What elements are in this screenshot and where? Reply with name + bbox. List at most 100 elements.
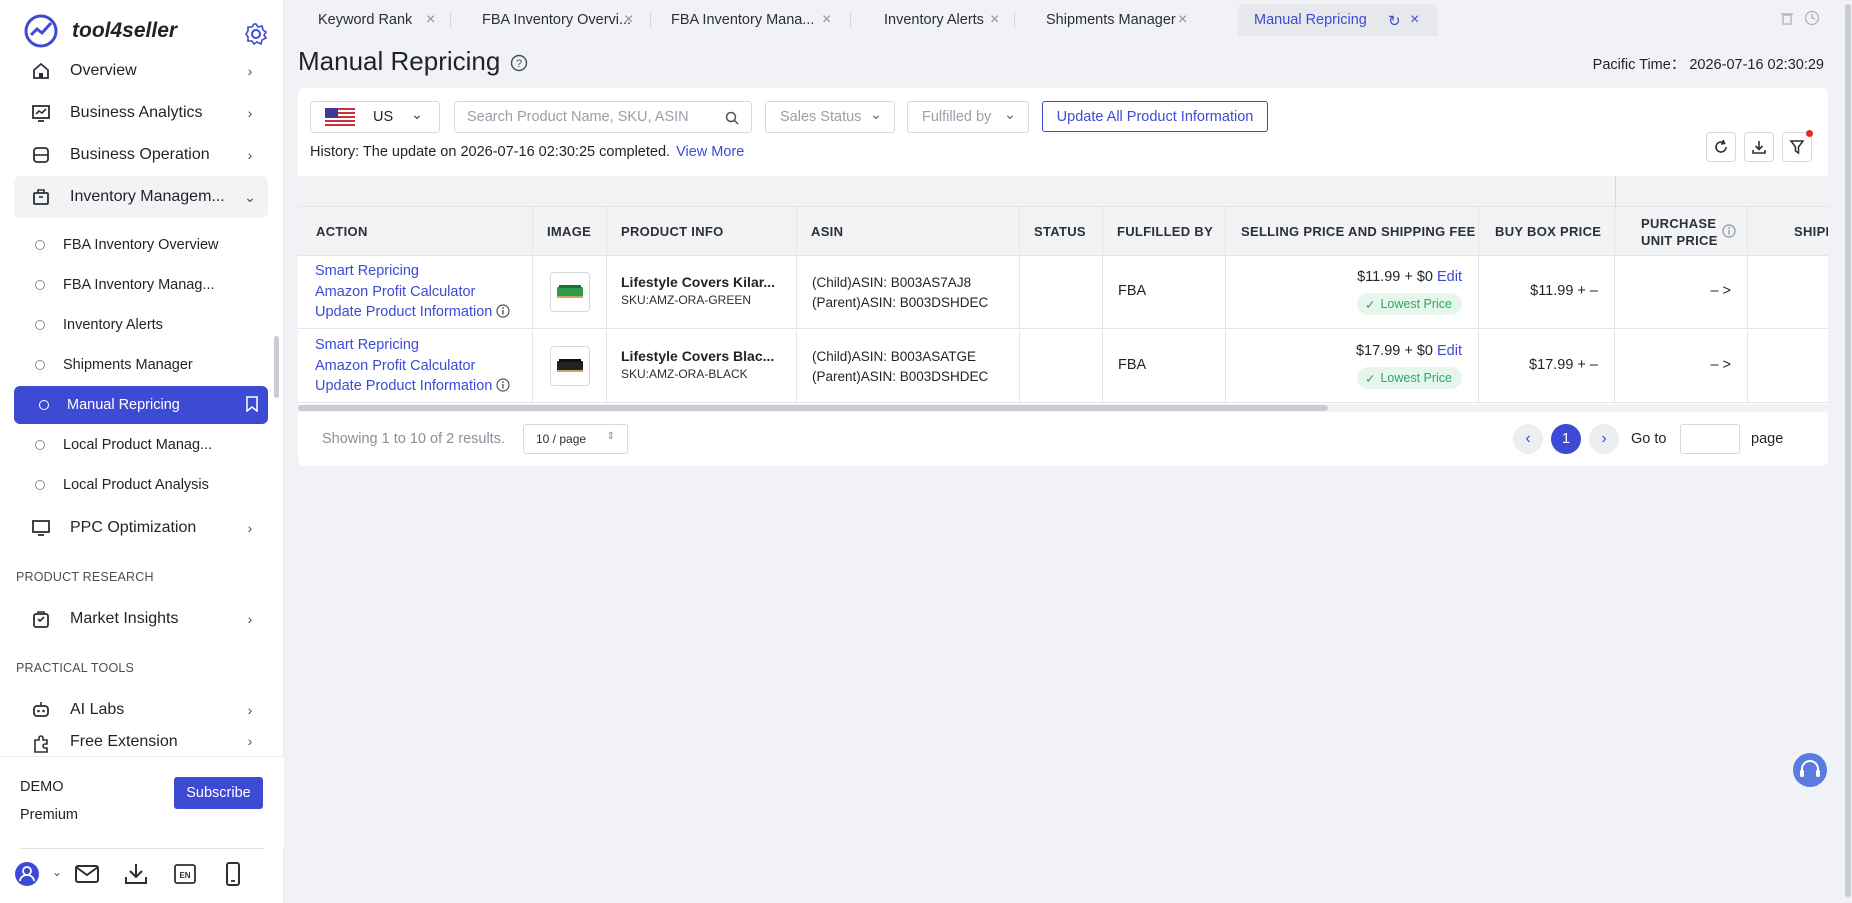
product-thumbnail[interactable]: [550, 346, 590, 386]
sidebar-subitem-shipments-manager[interactable]: Shipments Manager: [14, 346, 268, 384]
cell-purchase-unit-price[interactable]: – >: [1615, 330, 1748, 403]
language-icon[interactable]: EN: [172, 861, 198, 887]
sidebar-subitem-inventory-alerts[interactable]: Inventory Alerts: [14, 306, 268, 344]
export-button[interactable]: [1744, 132, 1774, 162]
sidebar-subitem-local-product-manager[interactable]: Local Product Manag...: [14, 426, 268, 464]
sidebar-item-inventory-management[interactable]: Inventory Managem... ⌄: [14, 176, 268, 218]
sales-status-select[interactable]: Sales Status ⌄: [765, 101, 895, 133]
mail-icon[interactable]: [74, 861, 100, 887]
info-icon[interactable]: [496, 378, 510, 392]
sidebar-item-label: AI Labs: [70, 701, 125, 718]
tab-manual-repricing[interactable]: Manual Repricing ↻ ×: [1238, 4, 1438, 36]
table-horizontal-scrollbar[interactable]: [298, 404, 1828, 412]
col-selling-price: SELLING PRICE AND SHIPPING FEE: [1226, 207, 1479, 256]
product-thumbnail[interactable]: [550, 272, 590, 312]
subscribe-button[interactable]: Subscribe: [174, 777, 263, 809]
refresh-icon[interactable]: ↻: [1388, 12, 1401, 30]
mobile-icon[interactable]: [220, 861, 246, 887]
close-icon[interactable]: ×: [1178, 11, 1187, 29]
close-icon[interactable]: ×: [990, 11, 999, 29]
close-icon[interactable]: ×: [1410, 11, 1419, 29]
prev-page-button[interactable]: ‹: [1513, 424, 1543, 454]
amazon-profit-calculator-link[interactable]: Amazon Profit Calculator: [315, 282, 532, 303]
bookmark-icon[interactable]: [246, 396, 258, 412]
sidebar-subitem-fba-inventory-manager[interactable]: FBA Inventory Manag...: [14, 266, 268, 304]
cell-buy-box-price: $17.99 + –: [1479, 330, 1615, 403]
circle-icon: [35, 360, 45, 370]
logo-icon: [24, 14, 58, 48]
sidebar-subitem-local-product-analysis[interactable]: Local Product Analysis: [14, 466, 268, 504]
sidebar-item-ai-labs[interactable]: AI Labs ›: [14, 689, 268, 731]
sidebar-item-business-analytics[interactable]: Business Analytics ›: [14, 92, 268, 134]
sidebar-scrollbar[interactable]: [274, 336, 279, 398]
edit-price-link[interactable]: Edit: [1437, 269, 1462, 285]
help-icon[interactable]: ?: [510, 54, 528, 72]
page-scrollbar[interactable]: [1844, 0, 1852, 903]
sidebar-item-overview[interactable]: Overview ›: [14, 50, 268, 92]
cell-purchase-unit-price[interactable]: – >: [1615, 256, 1748, 329]
filter-icon: [1789, 140, 1805, 155]
chevron-right-icon: ›: [247, 702, 253, 718]
tab-fba-inventory-overview[interactable]: FBA Inventory Overvi... ×: [450, 4, 650, 36]
marketplace-select[interactable]: US ⌄: [310, 101, 440, 133]
history-line: History: The update on 2026-07-16 02:30:…: [310, 144, 744, 160]
trash-icon[interactable]: [1780, 11, 1794, 25]
parent-asin: (Parent)ASIN: B003DSHDEC: [812, 294, 989, 310]
circle-icon: [35, 480, 45, 490]
plan-tier: Premium: [20, 807, 79, 823]
chevron-down-icon[interactable]: ⌄: [52, 865, 62, 879]
fulfilled-by-select[interactable]: Fulfilled by ⌄: [907, 101, 1029, 133]
clock-icon[interactable]: [1804, 10, 1820, 26]
sidebar-item-business-operation[interactable]: Business Operation ›: [14, 134, 268, 176]
refresh-icon: [1715, 139, 1727, 153]
tab-fba-inventory-manager[interactable]: FBA Inventory Mana... ×: [650, 4, 850, 36]
page-size-select[interactable]: 10 / page ⇕: [523, 424, 628, 454]
sidebar-item-ppc-optimization[interactable]: PPC Optimization ›: [14, 507, 268, 549]
product-name[interactable]: Lifestyle Covers Kilar...: [621, 274, 781, 290]
tab-shipments-manager[interactable]: Shipments Manager ×: [1014, 4, 1202, 36]
view-more-link[interactable]: View More: [676, 144, 744, 160]
sidebar-subitem-label: Local Product Analysis: [63, 477, 209, 493]
edit-price-link[interactable]: Edit: [1437, 343, 1462, 359]
update-product-info-link[interactable]: Update Product Information: [315, 302, 532, 323]
close-icon[interactable]: ×: [822, 11, 831, 29]
close-icon[interactable]: ×: [426, 11, 435, 29]
info-icon[interactable]: [496, 304, 510, 318]
close-icon[interactable]: ×: [624, 11, 633, 29]
product-name[interactable]: Lifestyle Covers Blac...: [621, 348, 781, 364]
scrollbar-thumb[interactable]: [298, 405, 1328, 411]
page-1-button[interactable]: 1: [1551, 424, 1581, 454]
search-input[interactable]: Search Product Name, SKU, ASIN: [454, 101, 752, 133]
sidebar-item-free-extension[interactable]: Free Extension ›: [14, 731, 268, 756]
download-icon[interactable]: [123, 861, 149, 887]
store-icon: [30, 144, 52, 166]
tab-inventory-alerts[interactable]: Inventory Alerts ×: [850, 4, 1014, 36]
sidebar-subitem-fba-inventory-overview[interactable]: FBA Inventory Overview: [14, 226, 268, 264]
goto-label: Go to: [1631, 431, 1667, 447]
customer-support-icon[interactable]: [1792, 752, 1828, 788]
cell-product-info: Lifestyle Covers Kilar... SKU:AMZ-ORA-GR…: [607, 256, 797, 329]
sidebar-subitem-manual-repricing[interactable]: Manual Repricing: [14, 386, 268, 424]
user-avatar-icon[interactable]: [14, 861, 40, 887]
goto-page-input[interactable]: [1680, 424, 1740, 454]
section-label-practical-tools: PRACTICAL TOOLS: [16, 661, 135, 675]
refresh-button[interactable]: [1706, 132, 1736, 162]
gear-icon[interactable]: [244, 22, 268, 46]
amazon-profit-calculator-link[interactable]: Amazon Profit Calculator: [315, 356, 532, 377]
chart-icon: [30, 102, 52, 124]
filter-button[interactable]: [1782, 130, 1813, 162]
smart-repricing-link[interactable]: Smart Repricing: [315, 335, 532, 356]
sidebar-subitem-label: FBA Inventory Manag...: [63, 277, 215, 293]
update-all-product-info-button[interactable]: Update All Product Information: [1042, 101, 1268, 132]
search-icon[interactable]: [725, 111, 739, 125]
app-logo[interactable]: tool4seller: [24, 14, 177, 48]
update-product-info-link[interactable]: Update Product Information: [315, 376, 532, 397]
tab-label: FBA Inventory Mana...: [671, 12, 815, 28]
tab-keyword-rank[interactable]: Keyword Rank ×: [284, 4, 450, 36]
sidebar-subitem-label: FBA Inventory Overview: [63, 237, 219, 253]
scrollbar-thumb[interactable]: [1845, 4, 1851, 897]
smart-repricing-link[interactable]: Smart Repricing: [315, 261, 532, 282]
info-icon[interactable]: [1722, 224, 1736, 238]
next-page-button[interactable]: ›: [1589, 424, 1619, 454]
sidebar-item-market-insights[interactable]: Market Insights ›: [14, 598, 268, 640]
